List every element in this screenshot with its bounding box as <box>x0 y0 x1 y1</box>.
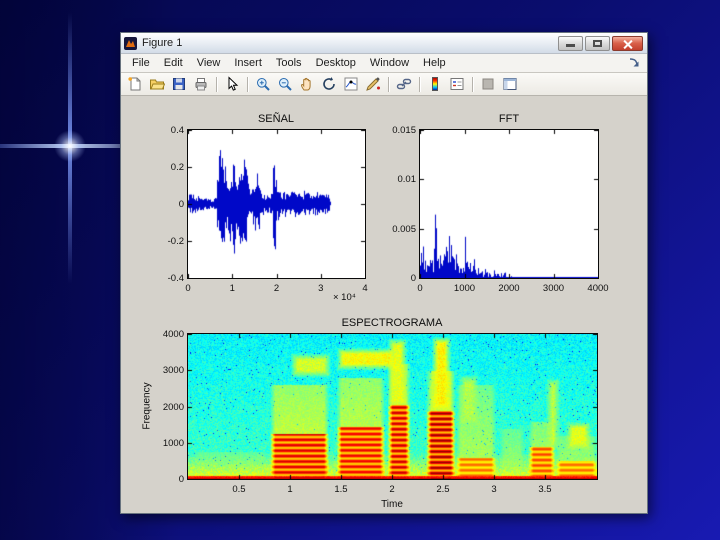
fft-plot-canvas[interactable] <box>419 129 599 279</box>
menu-view[interactable]: View <box>190 56 228 70</box>
espectrograma-plot-canvas[interactable] <box>187 333 598 480</box>
dock-figure-arrow-icon[interactable] <box>627 56 641 70</box>
figure-canvas: SEÑAL × 10⁴ FFT ESPECTROGRAMA Frequency … <box>121 96 647 513</box>
matlab-figure-window: Figure 1 File Edit View Insert Tools Des… <box>120 32 648 514</box>
data-cursor-button[interactable] <box>341 75 361 94</box>
menu-edit[interactable]: Edit <box>157 56 190 70</box>
zoom-out-icon <box>279 78 292 91</box>
edit-plot-button[interactable] <box>222 75 242 94</box>
y-tick-label: 0.005 <box>392 223 416 235</box>
menu-help[interactable]: Help <box>416 56 453 70</box>
time-axis-label: Time <box>381 499 403 510</box>
x-tick-label: 3000 <box>542 283 565 294</box>
x-tick-label: 2000 <box>498 283 520 294</box>
print-figure-button[interactable] <box>191 75 211 94</box>
background-flare-core <box>54 130 86 162</box>
new-document-icon <box>128 77 141 91</box>
zoom-out-button[interactable] <box>275 75 295 94</box>
y-tick-label: 1000 <box>162 437 184 449</box>
x-tick-label: 1000 <box>453 283 476 294</box>
x-tick-label: 1 <box>229 283 235 294</box>
menu-file[interactable]: File <box>125 56 157 70</box>
minimize-button[interactable] <box>558 35 583 51</box>
senal-x-scale-label: × 10⁴ <box>333 292 356 303</box>
y-tick-label: 0.4 <box>170 125 184 136</box>
y-tick-label: -0.4 <box>167 273 184 284</box>
x-tick-label: 3 <box>318 283 324 294</box>
insert-legend-button[interactable] <box>447 75 467 94</box>
arrow-cursor-icon <box>228 76 239 91</box>
matlab-icon <box>124 36 137 50</box>
y-tick-label: 0 <box>178 474 184 485</box>
rotate-icon <box>323 77 335 90</box>
brush-icon <box>366 77 380 91</box>
maximize-button[interactable] <box>585 35 610 51</box>
x-tick-label: 1 <box>287 484 293 495</box>
x-tick-label: 2 <box>389 484 395 495</box>
window-title: Figure 1 <box>142 37 183 49</box>
open-folder-icon <box>150 79 165 90</box>
legend-icon <box>450 78 464 90</box>
data-cursor-icon <box>344 77 358 91</box>
menu-desktop[interactable]: Desktop <box>309 56 363 70</box>
printer-icon <box>195 78 207 91</box>
pan-button[interactable] <box>297 75 317 94</box>
menu-window[interactable]: Window <box>363 56 416 70</box>
open-file-button[interactable] <box>147 75 167 94</box>
link-icon <box>396 78 412 90</box>
x-tick-label: 0.5 <box>232 484 246 495</box>
espectrograma-title: ESPECTROGRAMA <box>341 317 443 329</box>
colorbar-icon <box>432 77 438 91</box>
y-tick-label: 2000 <box>162 401 184 413</box>
y-tick-label: 4000 <box>162 329 184 340</box>
x-tick-label: 0 <box>417 283 423 294</box>
x-tick-label: 2.5 <box>436 484 450 495</box>
brush-data-button[interactable] <box>363 75 383 94</box>
x-tick-label: 0 <box>185 283 191 294</box>
slide-background: { "window": { "title": "Figure 1", "wind… <box>0 0 720 540</box>
close-button[interactable] <box>612 35 643 51</box>
minimize-icon <box>566 43 575 47</box>
fft-title: FFT <box>498 113 520 125</box>
senal-title: SEÑAL <box>257 113 295 125</box>
y-tick-label: 0 <box>410 273 416 284</box>
link-plot-button[interactable] <box>394 75 414 94</box>
senal-plot-canvas[interactable] <box>187 129 366 279</box>
menu-insert[interactable]: Insert <box>227 56 269 70</box>
menu-bar: File Edit View Insert Tools Desktop Wind… <box>121 54 647 73</box>
x-tick-label: 4000 <box>587 283 609 294</box>
frequency-axis-label: Frequency <box>141 382 153 430</box>
y-tick-label: 0 <box>178 199 184 210</box>
hide-plot-tools-icon <box>482 78 494 90</box>
menu-tools[interactable]: Tools <box>269 56 309 70</box>
show-plot-tools-icon <box>503 78 517 90</box>
maximize-icon <box>593 39 602 47</box>
zoom-in-button[interactable] <box>253 75 273 94</box>
x-tick-label: 1.5 <box>334 484 348 495</box>
y-tick-label: 3000 <box>162 365 184 377</box>
insert-colorbar-button[interactable] <box>425 75 445 94</box>
y-tick-label: 0.2 <box>170 162 184 173</box>
x-tick-label: 2 <box>273 283 280 294</box>
y-tick-label: 0.01 <box>397 174 417 186</box>
show-plot-tools-button[interactable] <box>500 75 520 94</box>
x-tick-label: 3.5 <box>538 484 552 495</box>
x-tick-label: 4 <box>362 283 368 294</box>
save-figure-button[interactable] <box>169 75 189 94</box>
y-tick-label: 0.015 <box>392 125 416 136</box>
rotate-3d-button[interactable] <box>319 75 339 94</box>
window-titlebar[interactable]: Figure 1 <box>121 33 647 54</box>
window-controls <box>558 35 643 51</box>
floppy-disk-icon <box>173 78 185 90</box>
zoom-in-icon <box>257 78 270 91</box>
x-tick-label: 3 <box>491 484 497 495</box>
hide-plot-tools-button[interactable] <box>478 75 498 94</box>
toolbar <box>121 73 647 96</box>
new-figure-button[interactable] <box>125 75 145 94</box>
y-tick-label: -0.2 <box>167 236 184 247</box>
hand-icon <box>301 77 311 91</box>
